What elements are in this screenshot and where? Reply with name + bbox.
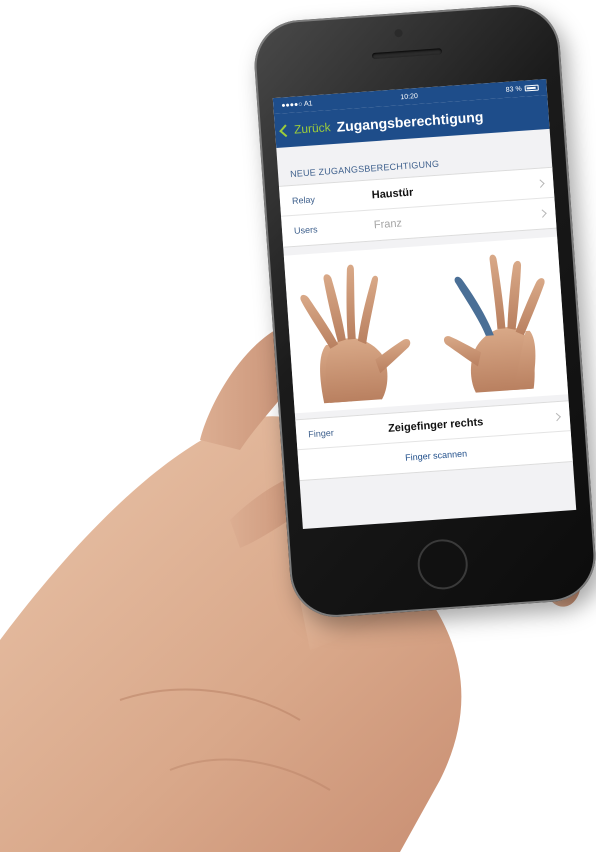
finger-group: Finger Zeigefinger rechts Finger scannen: [295, 400, 573, 482]
right-hand: [443, 254, 545, 393]
back-button[interactable]: Zurück: [279, 120, 332, 137]
finger-value: Zeigefinger rechts: [387, 415, 484, 435]
status-right: 83 %: [506, 84, 539, 93]
battery-percent: 83 %: [505, 85, 522, 94]
smartphone: ●●●●○ A1 10:20 83 % Zurück Zugangsberech…: [251, 2, 596, 620]
left-middle[interactable]: [343, 264, 359, 340]
right-thumb[interactable]: [443, 334, 482, 369]
page-title: Zugangsberechtigung: [336, 108, 484, 135]
left-index[interactable]: [353, 275, 382, 345]
left-hand: [300, 264, 411, 404]
right-middle[interactable]: [489, 254, 506, 329]
carrier-text: ●●●●○ A1: [281, 99, 313, 110]
chevron-left-icon: [279, 123, 292, 137]
photo-scene: ●●●●○ A1 10:20 83 % Zurück Zugangsberech…: [0, 0, 596, 852]
scan-finger-button[interactable]: Finger scannen: [405, 448, 468, 462]
hands-illustration: [300, 254, 545, 404]
phone-screen: ●●●●○ A1 10:20 83 % Zurück Zugangsberech…: [272, 78, 577, 530]
relay-value: Haustür: [371, 186, 414, 201]
status-time: 10:20: [400, 92, 419, 101]
finger-selector[interactable]: [283, 236, 569, 414]
finger-label: Finger: [307, 427, 335, 439]
relay-label: Relay: [291, 193, 316, 206]
users-label: Users: [293, 224, 318, 236]
back-label: Zurück: [293, 120, 332, 137]
users-value: Franz: [373, 217, 403, 232]
right-index-selected[interactable]: [454, 274, 494, 337]
battery-icon: [524, 84, 539, 92]
